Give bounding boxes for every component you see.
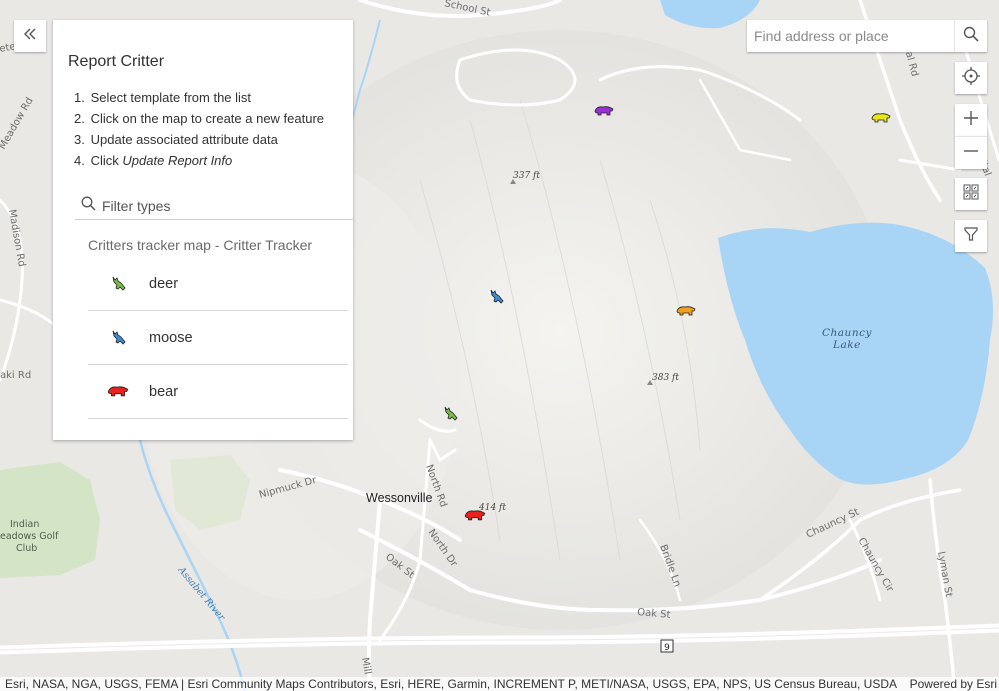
collapse-panel-button[interactable] bbox=[14, 20, 46, 52]
map-label-lake-chauncy: Chauncy bbox=[822, 327, 872, 339]
critter-bear-purple[interactable] bbox=[594, 104, 614, 122]
filter-icon bbox=[963, 226, 979, 247]
layer-title: Critters tracker map - Critter Tracker bbox=[88, 237, 313, 253]
report-critter-panel: Report Critter 1. Select template from t… bbox=[53, 20, 353, 440]
template-list: deer moose bear bbox=[88, 257, 348, 419]
map-label-aki-rd: aki Rd bbox=[0, 370, 31, 381]
zoom-out-icon bbox=[963, 143, 979, 164]
critter-bear-yellow[interactable] bbox=[871, 111, 891, 129]
template-label: bear bbox=[149, 383, 179, 400]
route-9-shield: 9 bbox=[660, 639, 674, 653]
search-icon bbox=[75, 196, 96, 216]
template-item-bear[interactable]: bear bbox=[88, 365, 348, 419]
template-label: deer bbox=[149, 275, 179, 292]
search-widget bbox=[747, 20, 987, 52]
map-label-lake-lake: Lake bbox=[832, 339, 861, 351]
critter-bear-orange[interactable] bbox=[676, 304, 696, 322]
svg-text:eadows Golf: eadows Golf bbox=[0, 531, 59, 542]
critter-deer[interactable] bbox=[441, 405, 459, 428]
critter-moose[interactable] bbox=[487, 288, 505, 311]
template-label: moose bbox=[149, 329, 193, 346]
map-label-wessonville: Wessonville bbox=[366, 491, 433, 505]
instruction-step-3: 3. Update associated attribute data bbox=[74, 132, 278, 147]
instructions-list: 1. Select template from the list 2. Clic… bbox=[74, 87, 324, 171]
critter-bear-red[interactable] bbox=[464, 509, 486, 527]
svg-text:383 ft: 383 ft bbox=[652, 373, 679, 383]
attribution-text: Esri, NASA, NGA, USGS, FEMA | Esri Commu… bbox=[5, 677, 898, 691]
search-button[interactable] bbox=[954, 20, 987, 52]
instruction-step-4: 4. Click Update Report Info bbox=[74, 153, 233, 168]
moose-icon bbox=[106, 328, 130, 348]
zoom-in-icon bbox=[963, 110, 979, 131]
filter-types-input[interactable] bbox=[100, 197, 334, 215]
basemap-gallery-button[interactable] bbox=[955, 178, 987, 210]
double-chevron-left-icon bbox=[23, 27, 37, 46]
zoom-out-button[interactable] bbox=[955, 136, 987, 169]
svg-text:Club: Club bbox=[16, 543, 37, 554]
attribution-bar: Esri, NASA, NGA, USGS, FEMA | Esri Commu… bbox=[0, 677, 999, 691]
template-item-deer[interactable]: deer bbox=[88, 257, 348, 311]
search-input[interactable] bbox=[747, 20, 955, 52]
svg-text:Indian: Indian bbox=[10, 519, 39, 530]
instruction-step-2: 2. Click on the map to create a new feat… bbox=[74, 111, 325, 126]
filter-button[interactable] bbox=[955, 220, 987, 252]
instruction-step-1: 1. Select template from the list bbox=[74, 90, 252, 105]
basemap-gallery-icon bbox=[963, 184, 979, 205]
deer-icon bbox=[106, 274, 130, 294]
zoom-in-button[interactable] bbox=[955, 104, 987, 136]
svg-text:9: 9 bbox=[664, 643, 670, 653]
filter-types-field bbox=[75, 193, 353, 220]
locate-button[interactable] bbox=[955, 62, 987, 94]
powered-by-esri-link[interactable]: Powered by Esri bbox=[910, 677, 997, 691]
locate-icon bbox=[962, 66, 980, 90]
template-item-moose[interactable]: moose bbox=[88, 311, 348, 365]
panel-title: Report Critter bbox=[68, 53, 165, 70]
bear-icon bbox=[106, 382, 130, 402]
search-icon bbox=[963, 26, 979, 47]
svg-text:337 ft: 337 ft bbox=[513, 171, 540, 181]
